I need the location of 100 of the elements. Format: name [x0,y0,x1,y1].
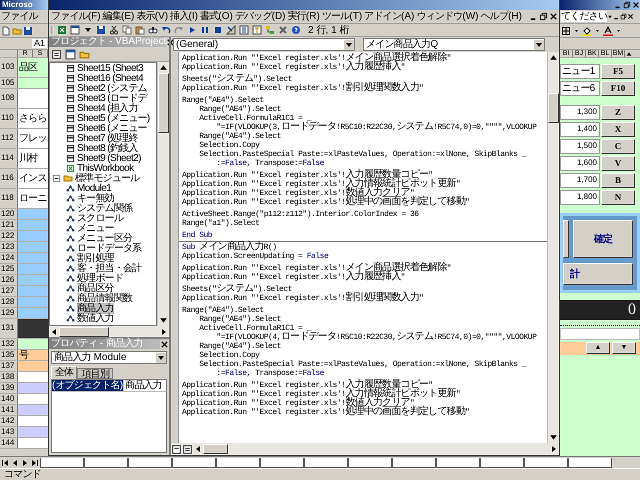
sheet-tab[interactable] [436,458,480,468]
menu-item[interactable]: 書式(O) [198,11,234,22]
row-header[interactable]: 110 [0,109,18,128]
key-button[interactable]: N [601,190,635,205]
key-button[interactable]: F10 [601,81,635,96]
binoculars-icon[interactable] [148,25,158,35]
key-button[interactable]: F5 [601,64,635,79]
row-header[interactable]: 144 [0,438,18,448]
tree-item[interactable]: Sheet4 (担入力 [77,102,138,114]
horizontal-scrollbar[interactable] [49,326,169,337]
name-box[interactable]: A1 [32,38,47,48]
tree-item[interactable]: スクロール [77,212,124,224]
row-header[interactable]: 112 [0,129,18,148]
vertical-scrollbar[interactable] [157,62,169,326]
side-button[interactable] [563,220,569,258]
menu-item[interactable]: ファイル(F) [50,11,102,22]
sheet-tab[interactable] [260,458,304,468]
object-dropdown[interactable]: (General) [173,38,355,51]
row-header[interactable]: 137 [0,361,18,371]
first-sheet-icon[interactable] [0,458,10,468]
help-search-field[interactable]: てください [561,11,608,22]
tree-item[interactable]: 割引処理 [77,252,114,264]
total-button[interactable]: 計 [563,263,633,285]
restore-icon[interactable] [623,1,631,9]
view-code-icon[interactable] [51,48,62,60]
row-header[interactable]: 105 [0,78,18,88]
tab[interactable]: 項目別 [77,368,114,379]
row-header[interactable]: 118 [0,189,18,208]
tree-item[interactable]: Sheet15 (Sheet3 [77,63,144,74]
dropdown-arrow-icon[interactable] [534,40,544,50]
sheet-tab[interactable] [40,458,84,468]
view-object-icon[interactable] [65,48,76,60]
menu-item[interactable]: 編集(E) [102,11,136,22]
run-icon[interactable] [187,25,197,35]
tree-item[interactable]: 客・担当・会計 [77,262,142,274]
tree-item[interactable]: メニュー [77,222,114,234]
restore-icon[interactable] [539,12,548,21]
tab[interactable]: 全体 [51,366,78,379]
scroll-thumb[interactable] [203,444,228,454]
tree-item[interactable]: Sheet9 (Sheet2) [77,152,141,164]
row-header[interactable]: 126 [0,275,18,285]
tree-item[interactable]: Sheet2 (システム [77,82,147,94]
row-header[interactable]: 116 [0,169,18,188]
procedure-dropdown[interactable]: メイン商品入力Q [363,38,545,51]
undo-icon[interactable] [161,25,171,35]
row-header[interactable]: 127 [0,286,18,296]
tree-item[interactable]: Sheet8 (釣銭入 [77,142,138,154]
dropdown-arrow-icon[interactable] [344,40,354,50]
key-button[interactable]: C [601,139,635,154]
tree-item[interactable]: Sheet16 (Sheet4 [77,72,144,84]
object-dropdown[interactable]: 商品入力 Module [51,351,167,364]
toolbox-icon[interactable] [278,25,288,35]
sheet-tab[interactable] [216,458,260,468]
tree-item[interactable]: システム関係 [77,202,132,214]
save-icon[interactable] [96,25,106,35]
stop-icon[interactable] [213,25,223,35]
tree-item[interactable]: Module1 [77,182,112,194]
row-header[interactable]: 132 [0,339,18,349]
project-explorer-icon[interactable] [239,25,249,35]
pause-icon[interactable] [200,25,210,35]
menu-item[interactable]: ウィンドウ(W) [415,11,480,22]
help-icon[interactable] [291,25,301,35]
sheet-tab[interactable] [348,458,392,468]
row-header[interactable]: 142 [0,416,18,426]
sheet-tab[interactable] [568,458,612,468]
dropdown-arrow-icon[interactable] [156,352,166,362]
borders-icon[interactable] [561,26,571,36]
menu-item[interactable]: ヘルプ(H) [479,11,523,22]
tree-item[interactable]: メニュー区分 [77,232,132,244]
scroll-thumb[interactable] [158,73,169,134]
scroll-thumb[interactable] [548,93,559,124]
row-header[interactable]: 129 [0,308,18,318]
sheet-tab[interactable] [172,458,216,468]
row-header[interactable]: 128 [0,297,18,307]
tree-item[interactable]: ThisWorkbook [77,162,134,174]
row-header[interactable]: 122 [0,231,18,241]
close-icon[interactable] [160,340,169,348]
close-icon[interactable] [627,13,634,20]
collapse-icon[interactable] [52,174,61,182]
row-header[interactable]: 103 [0,58,18,77]
sheet-tab[interactable] [84,458,128,468]
object-browser-icon[interactable] [265,25,275,35]
vertical-scrollbar[interactable] [547,52,559,443]
sheet-tab[interactable] [524,458,568,468]
new-document-icon[interactable] [1,26,11,36]
paint-bucket-icon[interactable] [582,26,592,36]
restore-icon[interactable] [620,13,628,20]
row-header[interactable]: 123 [0,242,18,252]
tree-item[interactable]: 商品情報関数 [77,292,132,304]
row-header[interactable]: 114 [0,149,18,168]
row-header[interactable]: 125 [0,264,18,274]
tree-item[interactable]: キー無効 [77,192,114,204]
scroll-thumb[interactable] [59,326,109,336]
sheet-tab[interactable] [480,458,524,468]
save-icon[interactable] [23,26,33,36]
key-button[interactable]: V [601,156,635,171]
tree-item[interactable]: 商品入力 [77,302,114,314]
letter-icon[interactable] [603,26,613,36]
menu-item[interactable]: 実行(R) [286,11,321,22]
close-icon[interactable] [549,12,558,21]
